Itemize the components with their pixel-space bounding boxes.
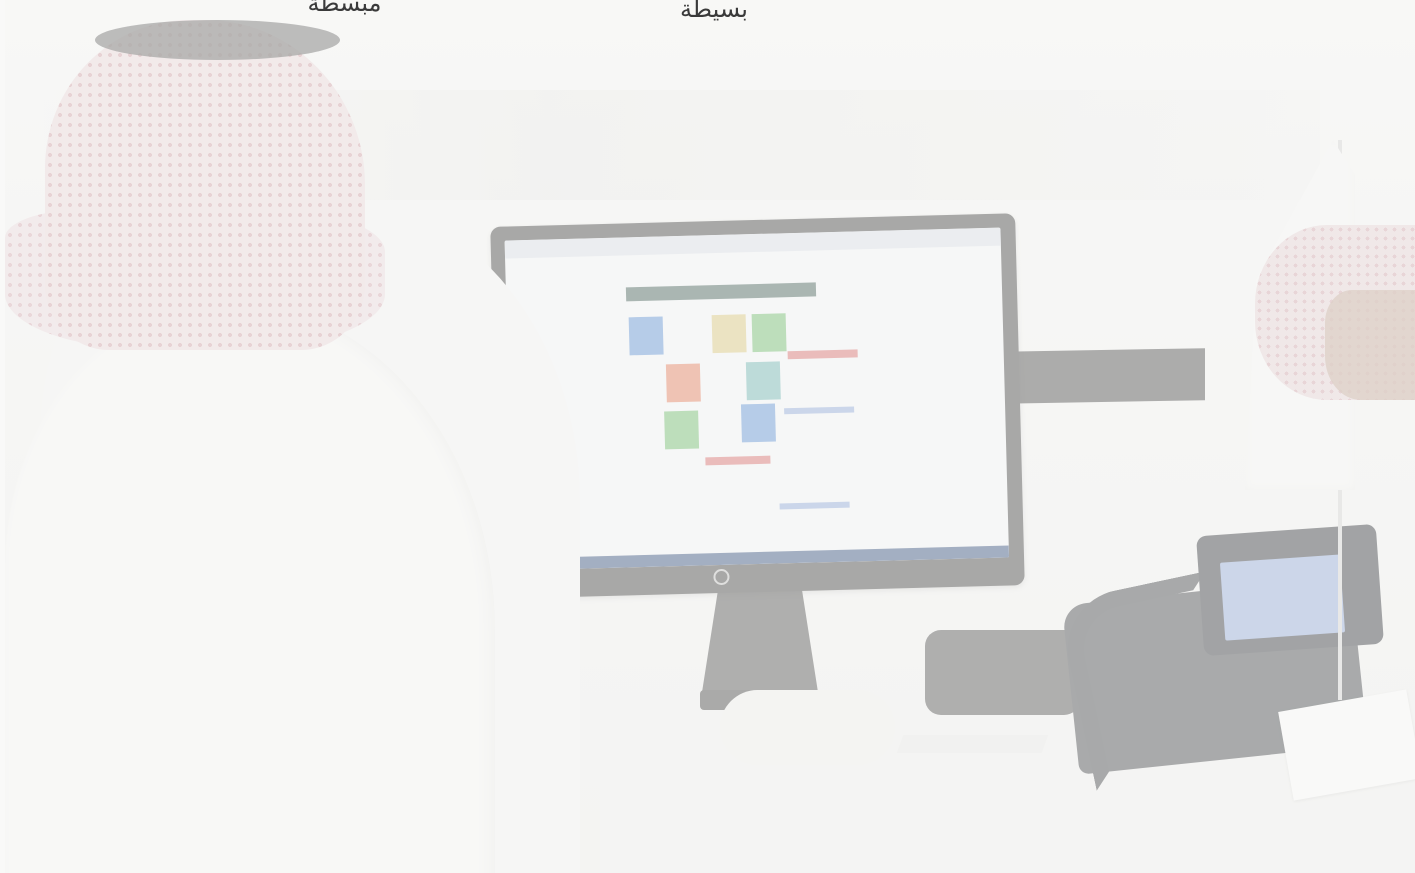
feature-label-simplified: مبسطة [307,0,382,17]
background-veil [0,0,1415,873]
feature-label-simple: بسيطة [680,0,748,23]
hero-background [0,0,1415,873]
